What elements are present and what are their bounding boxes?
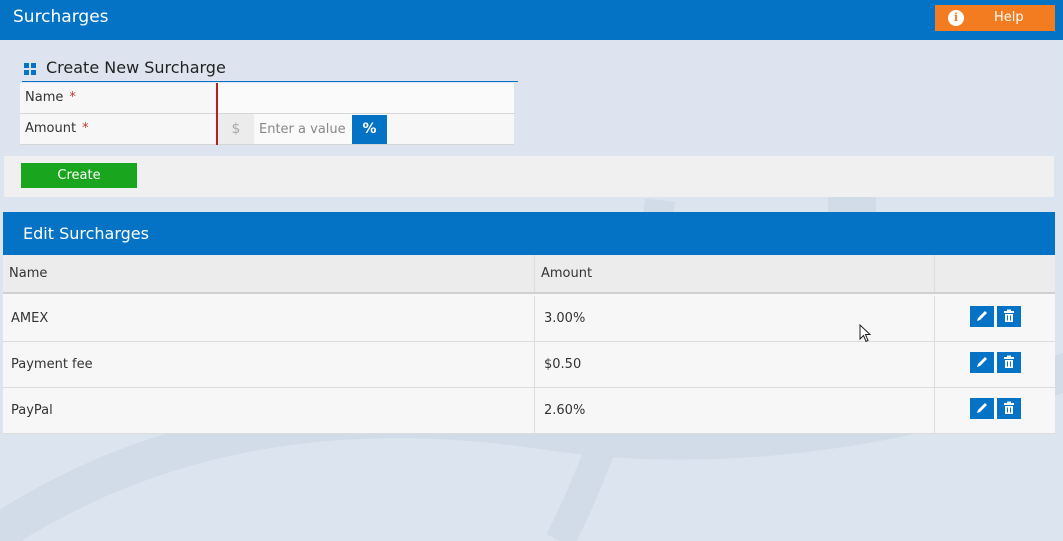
surcharge-amount: 3.00% — [544, 311, 586, 326]
edit-surcharges-title: Edit Surcharges — [23, 224, 149, 243]
surcharge-name: PayPal — [11, 403, 53, 418]
edit-button[interactable] — [970, 306, 994, 327]
name-label: Name * — [25, 90, 76, 105]
dollar-toggle[interactable]: $ — [218, 114, 254, 144]
grid-icon — [24, 63, 36, 75]
delete-button[interactable] — [997, 306, 1021, 327]
edit-surcharges-panel: Edit Surcharges Name Amount AMEX 3.00% P… — [3, 212, 1055, 434]
create-button[interactable]: Create — [21, 163, 137, 188]
table-row: Payment fee $0.50 — [3, 342, 1055, 388]
percent-toggle[interactable]: % — [352, 115, 387, 144]
amount-label: Amount * — [25, 121, 89, 136]
info-icon: i — [948, 10, 964, 26]
create-surcharge-form: Name* Amount* $ % — [20, 83, 514, 145]
edit-button[interactable] — [970, 352, 994, 373]
column-header-amount: Amount — [541, 266, 593, 281]
create-surcharge-title: Create New Surcharge — [46, 58, 226, 77]
required-marker: * — [69, 90, 76, 105]
surcharge-amount: $0.50 — [544, 357, 582, 372]
help-button[interactable]: i Help — [935, 5, 1055, 31]
surcharge-name: AMEX — [11, 311, 49, 326]
table-header: Name Amount — [3, 255, 1055, 294]
surcharges-table: Name Amount AMEX 3.00% Payment fee $0.50 — [3, 255, 1055, 434]
name-row: Name * — [20, 83, 514, 114]
pencil-icon — [977, 403, 987, 413]
trash-icon — [1004, 309, 1014, 322]
create-surcharge-header: Create New Surcharge — [22, 58, 518, 82]
trash-icon — [1004, 401, 1014, 414]
pencil-icon — [977, 357, 987, 367]
name-input[interactable] — [218, 83, 514, 113]
amount-input[interactable] — [254, 114, 352, 144]
table-row: AMEX 3.00% — [3, 296, 1055, 342]
edit-button[interactable] — [970, 398, 994, 419]
delete-button[interactable] — [997, 398, 1021, 419]
trash-icon — [1004, 355, 1014, 368]
table-row: PayPal 2.60% — [3, 388, 1055, 434]
delete-button[interactable] — [997, 352, 1021, 373]
create-footer: Create — [4, 156, 1054, 197]
edit-surcharges-header: Edit Surcharges — [3, 212, 1055, 255]
mouse-cursor-icon — [859, 324, 872, 343]
required-marker: * — [82, 121, 89, 136]
surcharge-amount: 2.60% — [544, 403, 586, 418]
column-header-name: Name — [9, 266, 48, 281]
required-divider — [216, 83, 218, 145]
column-header-actions — [935, 255, 1055, 292]
top-bar: Surcharges i Help — [0, 0, 1063, 40]
help-label: Help — [994, 10, 1024, 25]
create-surcharge-panel: Create New Surcharge Name* Amount* $ % C… — [4, 40, 1054, 197]
pencil-icon — [977, 311, 987, 321]
page-title: Surcharges — [13, 7, 109, 27]
surcharge-name: Payment fee — [11, 357, 93, 372]
amount-row: Amount* $ % — [20, 114, 514, 145]
